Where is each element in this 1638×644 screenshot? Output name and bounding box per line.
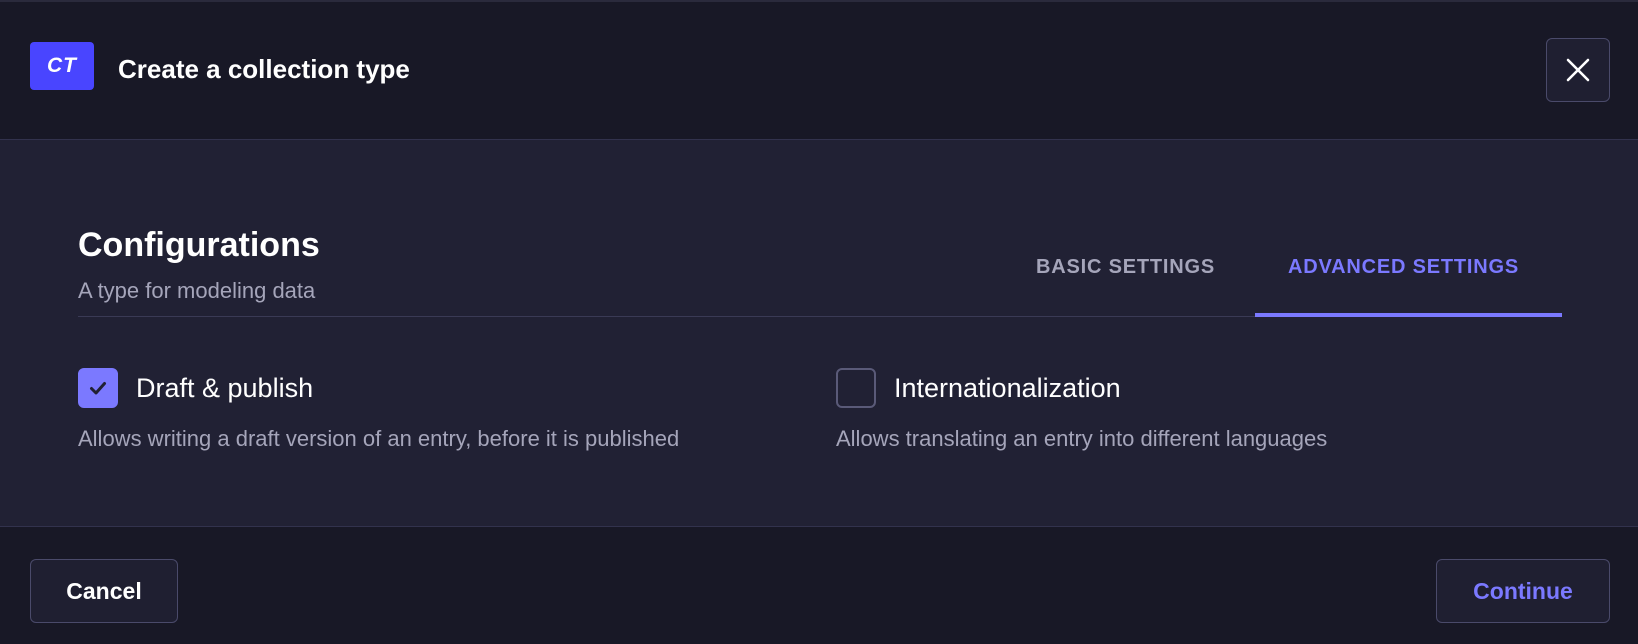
- internationalization-description: Allows translating an entry into differe…: [836, 426, 1328, 451]
- modal-header: CT Create a collection type: [0, 2, 1638, 140]
- internationalization-label: Internationalization: [894, 372, 1121, 403]
- modal-title: Create a collection type: [118, 54, 410, 84]
- section-title: Configurations: [78, 226, 320, 264]
- draft-publish-description: Allows writing a draft version of an ent…: [78, 426, 680, 451]
- cancel-button[interactable]: Cancel: [30, 559, 178, 623]
- draft-publish-checkbox[interactable]: [78, 368, 118, 408]
- internationalization-toggle[interactable]: Internationalization: [836, 368, 1327, 408]
- modal: CT Create a collection type Configuratio…: [0, 0, 1638, 644]
- option-internationalization: Internationalization Allows translating …: [836, 368, 1327, 452]
- modal-body: Configurations A type for modeling data …: [0, 140, 1638, 527]
- close-icon: [1566, 58, 1590, 82]
- check-icon: [90, 382, 106, 395]
- modal-footer: Cancel Continue: [0, 527, 1638, 644]
- close-button[interactable]: [1546, 38, 1610, 102]
- option-draft-publish: Draft & publish Allows writing a draft v…: [78, 368, 679, 452]
- tab-advanced-settings[interactable]: ADVANCED SETTINGS: [1288, 256, 1519, 279]
- tab-basic-settings[interactable]: BASIC SETTINGS: [1036, 256, 1215, 279]
- collection-type-badge: CT: [30, 42, 94, 90]
- active-tab-indicator: [1255, 313, 1562, 317]
- draft-publish-toggle[interactable]: Draft & publish: [78, 368, 679, 408]
- continue-button[interactable]: Continue: [1436, 559, 1610, 623]
- section-subtitle: A type for modeling data: [78, 278, 316, 303]
- draft-publish-label: Draft & publish: [136, 372, 314, 403]
- internationalization-checkbox[interactable]: [836, 368, 876, 408]
